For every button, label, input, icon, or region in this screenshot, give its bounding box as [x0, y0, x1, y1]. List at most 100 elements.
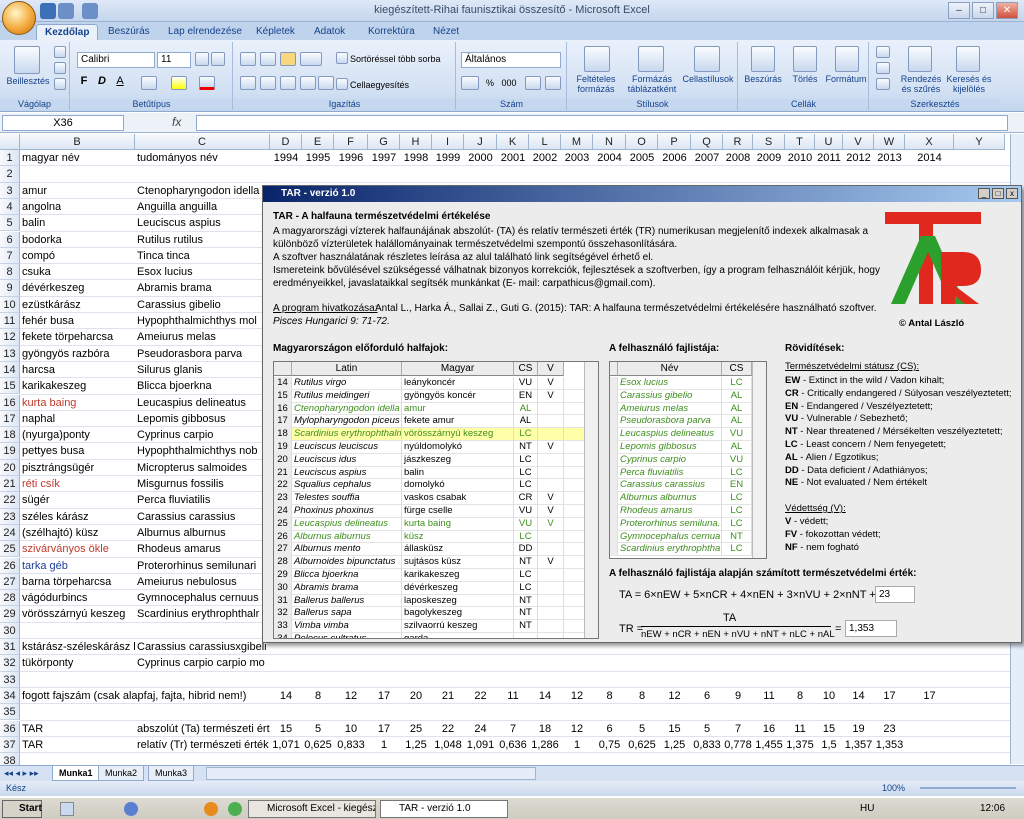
- column-header[interactable]: S: [753, 134, 785, 150]
- row-header[interactable]: 32: [0, 655, 20, 672]
- grow-font-icon[interactable]: [195, 52, 209, 66]
- row-header[interactable]: 8: [0, 264, 20, 281]
- tab-view[interactable]: Nézet: [425, 24, 467, 40]
- cell-value[interactable]: 1,357: [843, 737, 874, 753]
- cell-value[interactable]: 10: [815, 688, 843, 704]
- table-row[interactable]: Rhodeus amarus LC: [610, 505, 752, 518]
- cell-value[interactable]: 0,833: [691, 737, 723, 753]
- cell-value[interactable]: 1: [368, 737, 400, 753]
- cell-value[interactable]: 18: [529, 721, 561, 737]
- cell-value[interactable]: 2006: [658, 150, 691, 166]
- cell-magyar-name[interactable]: réti csík: [22, 476, 135, 492]
- merge-icon[interactable]: [336, 78, 348, 90]
- cell-value[interactable]: 21: [432, 688, 464, 704]
- column-header[interactable]: E: [302, 134, 334, 150]
- find-select-button[interactable]: Keresés és kijelölés: [946, 74, 992, 94]
- align-left-icon[interactable]: [240, 76, 256, 90]
- cell-value[interactable]: 1999: [432, 150, 464, 166]
- cell-magyar-name[interactable]: fekete törpeharcsa: [22, 329, 135, 345]
- cell-value[interactable]: 2003: [561, 150, 593, 166]
- table-row[interactable]: 27 Alburnus mento állasküsz DD: [274, 543, 584, 557]
- table-row[interactable]: 25 Leucaspius delineatus kurta baing VU V: [274, 517, 584, 531]
- cell-value[interactable]: 8: [626, 688, 658, 704]
- wrap-text-button[interactable]: Sortöréssel több sorba: [350, 54, 454, 64]
- user-species-table[interactable]: Név CS Esox lucius LC Carassius gibelio AL Ame…: [609, 361, 767, 559]
- tab-review[interactable]: Korrektúra: [360, 24, 423, 40]
- column-header[interactable]: [0, 134, 20, 150]
- table-row[interactable]: 16 Ctenopharyngodon idella amur AL: [274, 402, 584, 416]
- cell-value[interactable]: 0,636: [497, 737, 529, 753]
- row-header[interactable]: 29: [0, 606, 20, 623]
- cell-scientific-name[interactable]: abszolút (Ta) természeti ért: [137, 721, 270, 737]
- minimize-button[interactable]: –: [948, 2, 970, 19]
- font-color-icon[interactable]: [199, 76, 215, 90]
- table-row[interactable]: 23 Telestes souffia vaskos csabak CR V: [274, 492, 584, 505]
- cell-value[interactable]: 17: [874, 688, 905, 704]
- cell-value[interactable]: 12: [334, 688, 368, 704]
- col-header-latin[interactable]: Latin: [292, 362, 402, 376]
- column-header[interactable]: I: [432, 134, 464, 150]
- cell-magyar-name[interactable]: (szélhajtó) küsz: [22, 525, 135, 541]
- increase-indent-icon[interactable]: [318, 76, 334, 90]
- cell-value[interactable]: 22: [432, 721, 464, 737]
- taskbar-tar-button[interactable]: TAR - verzió 1.0: [380, 800, 508, 818]
- fill-icon[interactable]: [876, 62, 890, 74]
- cell-magyar-name[interactable]: vágódurbincs: [22, 590, 135, 606]
- cell-value[interactable]: 15: [270, 721, 302, 737]
- table-row[interactable]: Perca fluviatilis LC: [610, 466, 752, 480]
- table-row[interactable]: 17 Mylopharyngodon piceus fekete amur AL: [274, 415, 584, 429]
- cell-value[interactable]: 15: [815, 721, 843, 737]
- cell-value[interactable]: 22: [464, 688, 497, 704]
- cell-magyar-name[interactable]: compó: [22, 248, 135, 264]
- cell-magyar-name[interactable]: harcsa: [22, 362, 135, 378]
- row-header[interactable]: 14: [0, 361, 20, 379]
- cell-value[interactable]: 8: [593, 688, 626, 704]
- cell-scientific-name[interactable]: Ameiurus nebulosus: [137, 574, 270, 590]
- horizontal-scrollbar[interactable]: [206, 767, 536, 780]
- cell-scientific-name[interactable]: Gymnocephalus cernuus: [137, 590, 270, 606]
- cell-value[interactable]: 8: [785, 688, 815, 704]
- table-row[interactable]: Cyprinus carpio VU: [610, 453, 752, 467]
- col-header-name[interactable]: Név: [618, 362, 722, 376]
- sheet-tab-munka3[interactable]: Munka3: [148, 766, 195, 781]
- table-scrollbar[interactable]: [752, 362, 766, 558]
- office-button[interactable]: [2, 1, 36, 35]
- cell-magyar-name[interactable]: ezüstkárász: [22, 297, 135, 313]
- underline-button[interactable]: A: [113, 76, 127, 87]
- cell-value[interactable]: 0,625: [302, 737, 334, 753]
- table-row[interactable]: 34 Pelecus cultratus garda: [274, 633, 584, 638]
- cell-value[interactable]: 1997: [368, 150, 400, 166]
- cell-scientific-name[interactable]: Rhodeus amarus: [137, 541, 270, 557]
- cell-scientific-name[interactable]: Alburnus alburnus: [137, 525, 270, 541]
- table-row[interactable]: Scardinius erythrophtha... LC: [610, 543, 752, 557]
- table-row[interactable]: 18Scardinius erythrophthalmusvörösszárny…: [274, 428, 584, 441]
- table-row[interactable]: 20 Leuciscus idus jászkeszeg LC: [274, 453, 584, 467]
- tab-data[interactable]: Adatok: [306, 24, 353, 40]
- row-header[interactable]: 19: [0, 443, 20, 460]
- cell-scientific-name[interactable]: Leuciscus aspius: [137, 215, 270, 231]
- conditional-format-icon[interactable]: [584, 46, 610, 72]
- cell-value[interactable]: 17: [368, 688, 400, 704]
- table-row[interactable]: Proterorhinus semiluna... LC: [610, 517, 752, 531]
- row-header[interactable]: 2: [0, 166, 20, 183]
- tab-insert[interactable]: Beszúrás: [100, 24, 158, 40]
- cell-value[interactable]: 2001: [497, 150, 529, 166]
- align-top-icon[interactable]: [240, 52, 256, 66]
- column-header[interactable]: R: [723, 134, 753, 150]
- cell-value[interactable]: 1,455: [753, 737, 785, 753]
- decrease-decimal-icon[interactable]: [545, 76, 561, 90]
- cell-scientific-name[interactable]: Blicca bjoerkna: [137, 378, 270, 394]
- table-row[interactable]: 14 Rutilus virgo leánykoncér VU V: [274, 377, 584, 390]
- dialog-minimize-button[interactable]: _: [978, 188, 990, 199]
- cell-magyar-name[interactable]: angolna: [22, 199, 135, 215]
- autosum-icon[interactable]: [876, 46, 890, 58]
- row-header[interactable]: 10: [0, 296, 20, 313]
- row-header[interactable]: 17: [0, 410, 20, 428]
- cell-value[interactable]: 6: [691, 688, 723, 704]
- cell-value[interactable]: 2013: [874, 150, 905, 166]
- table-row[interactable]: Pseudorasbora parva AL: [610, 415, 752, 429]
- cell-value[interactable]: 7: [723, 721, 753, 737]
- font-size-combo[interactable]: 11: [157, 52, 191, 68]
- table-row[interactable]: 29 Blicca bjoerkna karikakeszeg LC: [274, 569, 584, 582]
- table-row[interactable]: 32 Ballerus sapa bagolykeszeg NT: [274, 607, 584, 621]
